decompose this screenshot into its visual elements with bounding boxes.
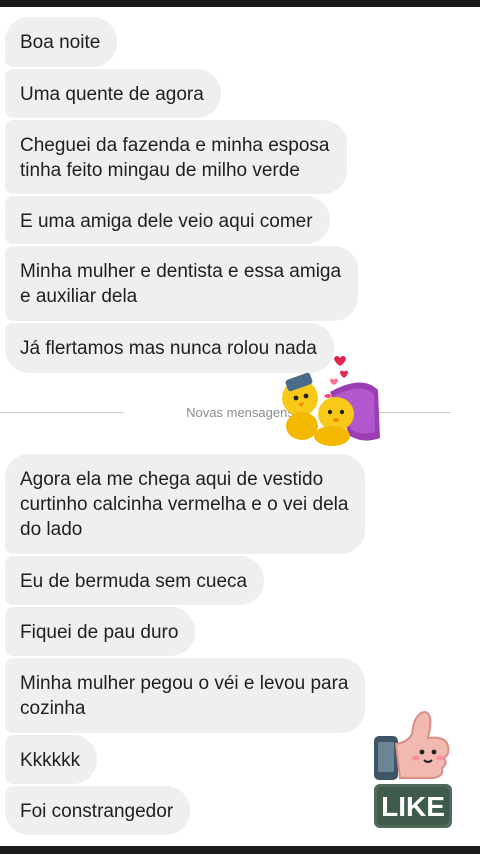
message-text: Agora ela me chega aqui de vestido <box>20 469 324 490</box>
like-label: LIKE <box>381 791 445 822</box>
thumbs-up-icon: LIKE <box>374 710 452 828</box>
message-bubble[interactable]: Minha mulher e dentista e essa amiga e a… <box>5 246 359 321</box>
message-bubble[interactable]: Agora ela me chega aqui de vestido curti… <box>5 454 366 554</box>
message-text: Foi constrangedor <box>20 801 174 822</box>
message-text: Minha mulher pegou o véi e levou para <box>20 673 349 694</box>
status-bar <box>0 0 480 7</box>
message-bubble[interactable]: Cheguei da fazenda e minha esposa tinha … <box>5 120 347 194</box>
message-text: Eu de bermuda sem cueca <box>20 571 248 592</box>
message-bubble[interactable]: E uma amiga dele veio aqui comer <box>5 196 330 244</box>
message-bubble[interactable]: Minha mulher pegou o véi e levou para co… <box>5 658 366 733</box>
message-text: do lado <box>20 519 83 540</box>
nav-bar <box>0 846 480 854</box>
message-bubble[interactable]: Kkkkkk <box>5 735 98 784</box>
message-text: Cheguei da fazenda e minha esposa <box>20 135 330 156</box>
message-text: curtinho calcinha vermelha e o vei dela <box>20 494 349 515</box>
message-bubble[interactable]: Boa noite <box>5 17 118 67</box>
message-text: Uma quente de agora <box>20 84 204 105</box>
cuddling-chicks-sticker <box>282 356 380 446</box>
new-messages-divider: Novas mensagens <box>0 405 480 422</box>
message-text: cozinha <box>20 698 86 719</box>
message-text: Kkkkkk <box>20 750 81 771</box>
message-text: Fiquei de pau duro <box>20 622 179 643</box>
message-bubble[interactable]: Uma quente de agora <box>5 69 221 118</box>
message-text: Minha mulher e dentista e essa amiga <box>20 261 342 282</box>
message-text: tinha feito mingau de milho verde <box>20 160 300 181</box>
message-bubble[interactable]: Eu de bermuda sem cueca <box>5 556 265 605</box>
message-text: E uma amiga dele veio aqui comer <box>20 211 313 232</box>
message-text: e auxiliar dela <box>20 286 138 307</box>
message-text: Boa noite <box>20 32 101 53</box>
message-bubble[interactable]: Foi constrangedor <box>5 786 191 835</box>
message-bubble[interactable]: Fiquei de pau duro <box>5 607 196 656</box>
